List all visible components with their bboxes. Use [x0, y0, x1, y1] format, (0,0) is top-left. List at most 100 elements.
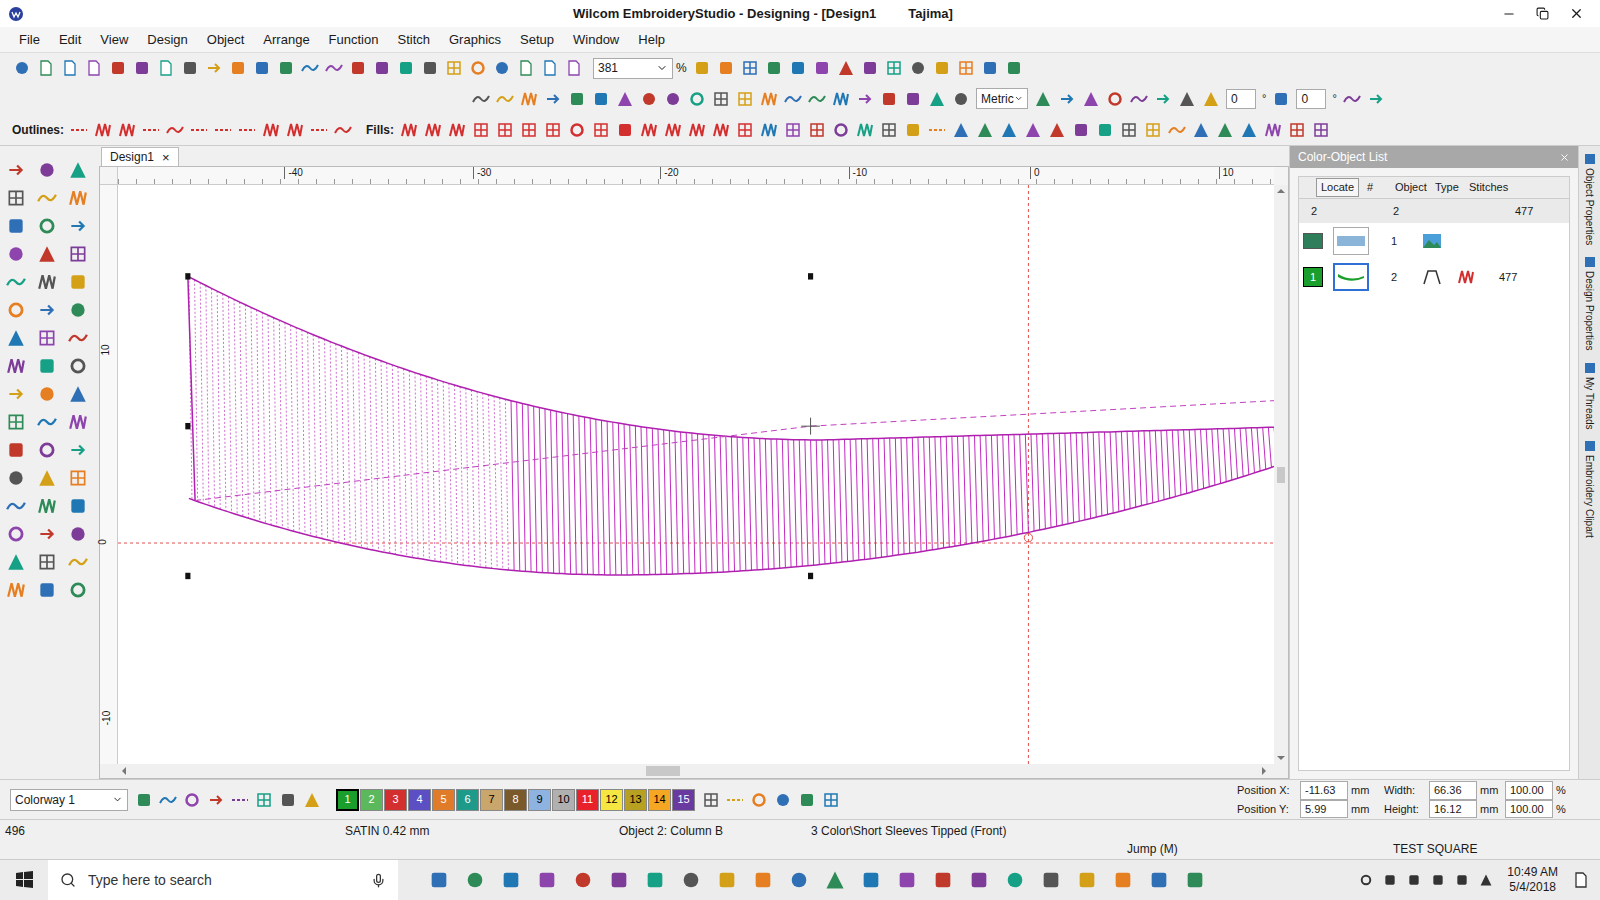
- menu-item[interactable]: Arrange: [254, 30, 318, 50]
- tool-icon[interactable]: [1288, 121, 1306, 139]
- taskbar-app-icon[interactable]: [824, 869, 846, 891]
- tool-icon[interactable]: [760, 121, 778, 139]
- tool-icon[interactable]: [157, 59, 175, 77]
- tool-icon[interactable]: [334, 121, 352, 139]
- tool-icon[interactable]: [279, 791, 297, 809]
- tool-icon[interactable]: [37, 440, 57, 460]
- tool-icon[interactable]: [6, 552, 26, 572]
- tool-icon[interactable]: [68, 580, 88, 600]
- tray-icon[interactable]: [1431, 873, 1445, 887]
- tool-icon[interactable]: [1367, 90, 1385, 108]
- tool-icon[interactable]: [70, 121, 88, 139]
- tool-icon[interactable]: [37, 188, 57, 208]
- clock[interactable]: 10:49 AM5/4/2018: [1503, 865, 1562, 895]
- tool-icon[interactable]: [85, 59, 103, 77]
- tool-icon[interactable]: [118, 121, 136, 139]
- taskbar-app-icon[interactable]: [1076, 869, 1098, 891]
- tool-icon[interactable]: [813, 59, 831, 77]
- position-x-field[interactable]: -11.63: [1300, 781, 1348, 800]
- taskbar-app-icon[interactable]: [428, 869, 450, 891]
- tool-icon[interactable]: [37, 160, 57, 180]
- color-chip[interactable]: 15: [672, 789, 695, 811]
- tool-icon[interactable]: [135, 791, 153, 809]
- tool-icon[interactable]: [6, 160, 26, 180]
- tool-icon[interactable]: [37, 468, 57, 488]
- color-chip[interactable]: 6: [456, 789, 479, 811]
- tool-icon[interactable]: [6, 468, 26, 488]
- tool-icon[interactable]: [544, 121, 562, 139]
- tool-icon[interactable]: [981, 59, 999, 77]
- tool-icon[interactable]: [277, 59, 295, 77]
- taskbar-app-icon[interactable]: [464, 869, 486, 891]
- tool-icon[interactable]: [712, 121, 730, 139]
- tool-icon[interactable]: [565, 59, 583, 77]
- tool-icon[interactable]: [568, 90, 586, 108]
- tool-icon[interactable]: [159, 791, 177, 809]
- tool-icon[interactable]: [37, 300, 57, 320]
- menu-item[interactable]: Design: [138, 30, 196, 50]
- tool-icon[interactable]: [6, 412, 26, 432]
- tool-icon[interactable]: [301, 59, 319, 77]
- zoom-field[interactable]: 381: [593, 58, 673, 79]
- tool-icon[interactable]: [6, 272, 26, 292]
- tool-icon[interactable]: [957, 59, 975, 77]
- tool-icon[interactable]: [520, 121, 538, 139]
- tool-icon[interactable]: [909, 59, 927, 77]
- side-tab[interactable]: Design Properties: [1579, 253, 1600, 354]
- angle-field[interactable]: 0: [1296, 89, 1326, 109]
- tool-icon[interactable]: [68, 272, 88, 292]
- tool-icon[interactable]: [400, 121, 418, 139]
- tool-icon[interactable]: [760, 90, 778, 108]
- tool-icon[interactable]: [68, 468, 88, 488]
- vertical-scrollbar[interactable]: [1274, 185, 1288, 764]
- tool-icon[interactable]: [822, 791, 840, 809]
- tool-icon[interactable]: [6, 244, 26, 264]
- tool-icon[interactable]: [469, 59, 487, 77]
- tray-icon[interactable]: [1479, 873, 1493, 887]
- taskbar-app-icon[interactable]: [752, 869, 774, 891]
- tool-icon[interactable]: [424, 121, 442, 139]
- tab-close[interactable]: ×: [162, 151, 170, 164]
- microphone-icon[interactable]: [371, 873, 386, 888]
- tool-icon[interactable]: [1144, 121, 1162, 139]
- tool-icon[interactable]: [880, 121, 898, 139]
- tool-icon[interactable]: [736, 121, 754, 139]
- tool-icon[interactable]: [928, 121, 946, 139]
- tool-icon[interactable]: [142, 121, 160, 139]
- tool-icon[interactable]: [6, 384, 26, 404]
- tool-icon[interactable]: [68, 384, 88, 404]
- tool-icon[interactable]: [397, 59, 415, 77]
- tool-icon[interactable]: [207, 791, 225, 809]
- tool-icon[interactable]: [765, 59, 783, 77]
- tool-icon[interactable]: [190, 121, 208, 139]
- tool-icon[interactable]: [37, 580, 57, 600]
- tool-icon[interactable]: [664, 90, 682, 108]
- tool-icon[interactable]: [952, 90, 970, 108]
- colorway-select[interactable]: Colorway 1: [10, 789, 128, 811]
- tool-icon[interactable]: [133, 59, 151, 77]
- taskbar-app-icon[interactable]: [932, 869, 954, 891]
- tool-icon[interactable]: [688, 121, 706, 139]
- tool-icon[interactable]: [861, 59, 879, 77]
- tool-icon[interactable]: [1264, 121, 1282, 139]
- tool-icon[interactable]: [262, 121, 280, 139]
- tool-icon[interactable]: [693, 59, 711, 77]
- tool-icon[interactable]: [496, 121, 514, 139]
- width-field[interactable]: 66.36: [1429, 781, 1477, 800]
- taskbar-app-icon[interactable]: [716, 869, 738, 891]
- tool-icon[interactable]: [520, 90, 538, 108]
- color-chip[interactable]: 9: [528, 789, 551, 811]
- tool-icon[interactable]: [1130, 90, 1148, 108]
- notification-icon[interactable]: [1572, 871, 1590, 889]
- tool-icon[interactable]: [94, 121, 112, 139]
- tool-icon[interactable]: [68, 356, 88, 376]
- taskbar-app-icon[interactable]: [608, 869, 630, 891]
- object-row[interactable]: 1: [1299, 223, 1569, 259]
- tool-icon[interactable]: [61, 59, 79, 77]
- close-icon[interactable]: [1569, 6, 1584, 21]
- tool-icon[interactable]: [832, 90, 850, 108]
- tray-icon[interactable]: [1407, 873, 1421, 887]
- search-box[interactable]: Type here to search: [48, 860, 398, 900]
- taskbar-app-icon[interactable]: [1148, 869, 1170, 891]
- menu-item[interactable]: Setup: [511, 30, 563, 50]
